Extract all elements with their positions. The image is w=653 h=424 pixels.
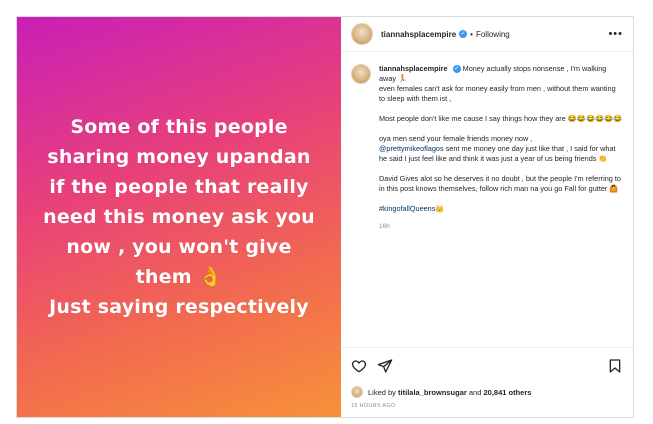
action-bar — [341, 347, 633, 383]
instagram-post: Some of this people sharing money upanda… — [16, 16, 634, 418]
following-button[interactable]: Following — [476, 30, 510, 39]
story-line: them 👌 — [135, 266, 223, 288]
post-header: tiannahsplacempire ✓ • Following ••• — [341, 17, 633, 52]
story-line: Just saying respectively — [49, 296, 309, 318]
story-line: now , you won't give — [66, 236, 292, 258]
likes-summary: Liked by titilala_brownsugar and 20,841 … — [341, 383, 633, 401]
post-side-panel: tiannahsplacempire ✓ • Following ••• tia… — [341, 17, 633, 417]
caption-area: tiannahsplacempire ✓ Money actually stop… — [341, 52, 633, 347]
header-username[interactable]: tiannahsplacempire — [381, 30, 456, 39]
like-heart-icon[interactable] — [351, 358, 367, 374]
liked-by-count[interactable]: 20,841 others — [484, 388, 532, 397]
mention-link[interactable]: @prettymikeoflagos — [379, 144, 444, 153]
story-line: if the people that really — [49, 176, 309, 198]
header-separator: • — [470, 29, 473, 39]
story-line: Some of this people — [70, 116, 288, 138]
more-options-icon[interactable]: ••• — [608, 28, 623, 40]
caption-text-5: David Gives alot so he deserves it no do… — [379, 174, 621, 193]
caption-text-4a: oya men send your female friends money n… — [379, 134, 533, 143]
avatar[interactable] — [351, 23, 373, 45]
caption-avatar[interactable] — [351, 64, 371, 84]
share-paper-plane-icon[interactable] — [377, 358, 393, 374]
story-text: Some of this people sharing money upanda… — [43, 112, 315, 322]
caption-text-2: even females can't ask for money easily … — [379, 84, 616, 103]
verified-badge-icon: ✓ — [452, 65, 461, 74]
story-line: sharing money upandan — [47, 146, 311, 168]
hashtag-link[interactable]: #kingofallQueens👑 — [379, 204, 444, 213]
story-line: need this money ask you — [43, 206, 315, 228]
caption-body: tiannahsplacempire ✓ Money actually stop… — [379, 64, 623, 347]
post-media-image[interactable]: Some of this people sharing money upanda… — [17, 17, 341, 417]
verified-badge-icon: ✓ — [459, 30, 468, 38]
bookmark-icon[interactable] — [607, 358, 623, 374]
post-age: 16 HOURS AGO — [351, 403, 396, 409]
liked-by-mid: and — [468, 387, 482, 397]
liked-by-user[interactable]: titilala_brownsugar — [398, 388, 467, 397]
caption-username[interactable]: tiannahsplacempire — [379, 64, 448, 73]
caption-timestamp: 16h — [379, 223, 390, 230]
caption-text-3: Most people don't like me cause I say th… — [379, 114, 623, 123]
liked-by-prefix: Liked by — [368, 387, 396, 397]
liker-avatar[interactable] — [351, 386, 363, 398]
